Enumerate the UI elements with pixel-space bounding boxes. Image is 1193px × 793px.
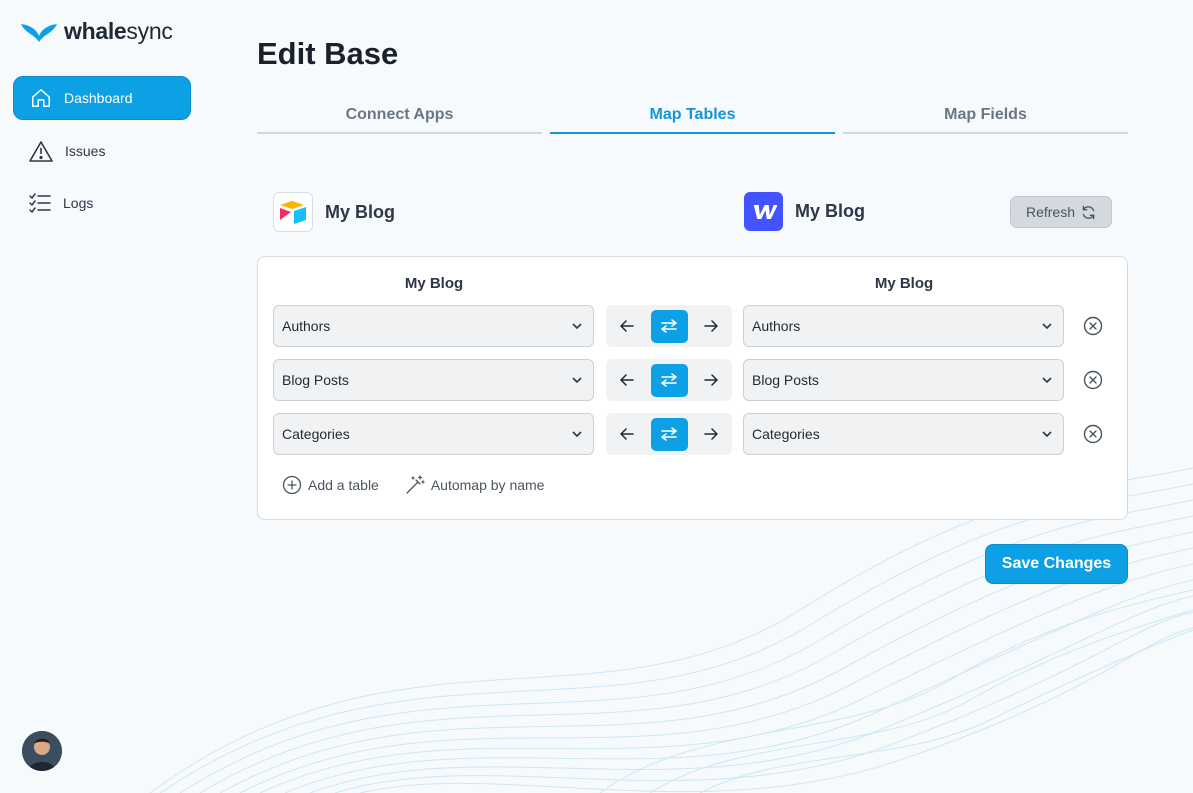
table-mapping-card: My Blog My Blog Authors Authors Blog Pos… <box>257 256 1128 520</box>
webflow-logo <box>744 192 783 231</box>
left-app-name: My Blog <box>325 201 395 222</box>
select-value: Authors <box>282 318 331 334</box>
sidebar: whalesync Dashboard Issues Logs <box>0 0 205 793</box>
sync-left-button[interactable] <box>616 423 638 445</box>
refresh-label: Refresh <box>1025 204 1076 220</box>
arrow-left-icon <box>620 320 634 332</box>
arrow-left-icon <box>620 428 634 440</box>
refresh-button[interactable]: Refresh <box>1010 196 1112 228</box>
save-changes-button[interactable]: Save Changes <box>985 544 1128 584</box>
sidebar-item-label: Dashboard <box>64 90 133 106</box>
page-title: Edit Base <box>257 36 399 71</box>
tab-bar: Connect Apps Map Tables Map Fields <box>257 100 1128 134</box>
automap-label: Automap by name <box>430 477 545 493</box>
list-check-icon <box>29 193 51 213</box>
swap-arrows-icon <box>661 427 677 441</box>
tab-map-tables[interactable]: Map Tables <box>550 100 835 134</box>
whale-tail-icon <box>21 23 57 42</box>
sidebar-item-issues[interactable]: Issues <box>13 129 191 173</box>
arrow-right-icon <box>704 428 718 440</box>
add-table-button[interactable]: Add a table <box>282 475 379 495</box>
sync-direction-group <box>606 359 732 401</box>
sync-left-button[interactable] <box>616 315 638 337</box>
chevron-down-icon <box>572 431 582 438</box>
logo-text: whalesync <box>64 18 173 44</box>
sync-right-button[interactable] <box>700 369 722 391</box>
chevron-down-icon <box>1042 323 1052 330</box>
whalesync-logo[interactable]: whalesync <box>20 18 173 45</box>
select-value: Blog Posts <box>282 372 349 388</box>
warning-icon <box>29 141 53 162</box>
sync-both-button[interactable] <box>650 363 688 397</box>
select-value: Blog Posts <box>752 372 819 388</box>
chevron-down-icon <box>572 323 582 330</box>
chevron-down-icon <box>572 377 582 384</box>
chevron-down-icon <box>1042 431 1052 438</box>
sync-left-button[interactable] <box>616 369 638 391</box>
arrow-right-icon <box>704 320 718 332</box>
webflow-logo-icon <box>753 204 777 219</box>
chevron-down-icon <box>1042 377 1052 384</box>
left-table-select[interactable]: Blog Posts <box>273 359 594 401</box>
remove-row-icon[interactable] <box>1083 424 1103 444</box>
plus-circle-icon <box>282 475 302 495</box>
left-column-header: My Blog <box>404 275 464 292</box>
arrow-right-icon <box>704 374 718 386</box>
avatar[interactable] <box>22 731 62 771</box>
sync-both-button[interactable] <box>650 309 688 343</box>
left-app-header: My Blog <box>273 192 395 232</box>
left-table-select[interactable]: Categories <box>273 413 594 455</box>
select-value: Categories <box>282 426 350 442</box>
right-table-select[interactable]: Blog Posts <box>743 359 1064 401</box>
sidebar-item-dashboard[interactable]: Dashboard <box>13 76 191 120</box>
right-app-header: My Blog <box>744 192 865 231</box>
arrow-left-icon <box>620 374 634 386</box>
airtable-logo <box>273 192 313 232</box>
refresh-icon <box>1082 205 1095 219</box>
automap-button[interactable]: Automap by name <box>405 475 545 495</box>
sync-both-button[interactable] <box>650 417 688 451</box>
tab-connect-apps[interactable]: Connect Apps <box>257 100 542 134</box>
remove-row-icon[interactable] <box>1083 370 1103 390</box>
user-avatar-icon <box>22 731 62 771</box>
sidebar-item-label: Logs <box>63 195 94 211</box>
sync-direction-group <box>606 413 732 455</box>
select-value: Authors <box>752 318 801 334</box>
card-actions: Add a table Automap by name <box>282 475 544 495</box>
sync-direction-group <box>606 305 732 347</box>
sync-right-button[interactable] <box>700 423 722 445</box>
sidebar-item-label: Issues <box>65 143 106 159</box>
right-column-header: My Blog <box>874 275 934 292</box>
sidebar-item-logs[interactable]: Logs <box>13 181 191 225</box>
left-table-select[interactable]: Authors <box>273 305 594 347</box>
add-table-label: Add a table <box>308 477 379 493</box>
home-icon <box>32 89 50 107</box>
right-app-name: My Blog <box>795 201 865 221</box>
right-table-select[interactable]: Authors <box>743 305 1064 347</box>
tab-map-fields[interactable]: Map Fields <box>843 100 1128 134</box>
swap-arrows-icon <box>661 373 677 387</box>
remove-row-icon[interactable] <box>1083 316 1103 336</box>
swap-arrows-icon <box>661 319 677 333</box>
magic-wand-icon <box>406 475 425 494</box>
right-table-select[interactable]: Categories <box>743 413 1064 455</box>
select-value: Categories <box>752 426 820 442</box>
airtable-logo-icon <box>280 201 306 224</box>
sync-right-button[interactable] <box>700 315 722 337</box>
